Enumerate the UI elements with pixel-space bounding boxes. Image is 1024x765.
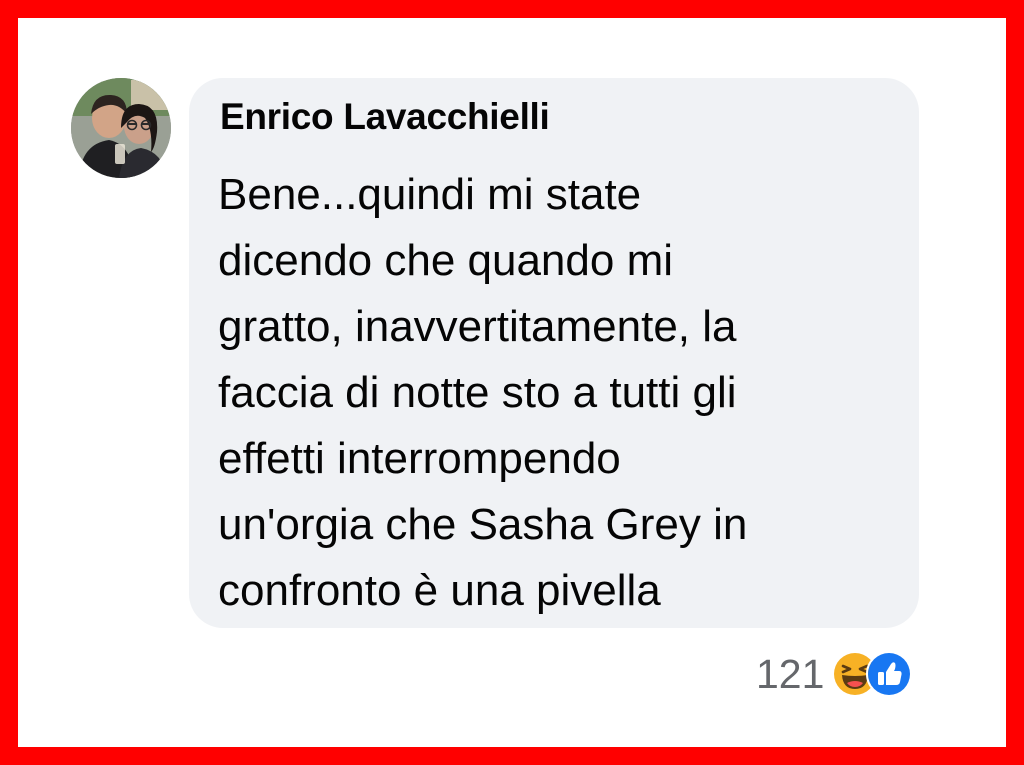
- screenshot-frame: Enrico Lavacchielli Bene...quindi mi sta…: [18, 18, 1006, 747]
- comment-text-line: confronto è una pivella: [218, 566, 661, 615]
- comment-bubble: Enrico Lavacchielli Bene...quindi mi sta…: [189, 78, 919, 628]
- reaction-count: 121: [756, 650, 825, 697]
- comment-text-line: gratto, inavvertitamente, la: [218, 302, 737, 351]
- comment-text-line: effetti interrompendo: [218, 434, 621, 483]
- comment-text-line: faccia di notte sto a tutti gli: [218, 368, 737, 417]
- comment-text-line: un'orgia che Sasha Grey in: [218, 500, 748, 549]
- comment-text-line: Bene...quindi mi state: [218, 170, 642, 219]
- avatar-photo: [71, 78, 171, 178]
- like-reaction-icon: [866, 651, 913, 697]
- comment-author[interactable]: Enrico Lavacchielli: [220, 96, 550, 138]
- comment-text: Bene...quindi mi state dicendo che quand…: [218, 162, 908, 624]
- avatar[interactable]: [71, 78, 171, 178]
- comment-text-line: dicendo che quando mi: [218, 236, 673, 285]
- reaction-icons: [832, 651, 913, 697]
- reactions-summary[interactable]: 121: [756, 646, 913, 702]
